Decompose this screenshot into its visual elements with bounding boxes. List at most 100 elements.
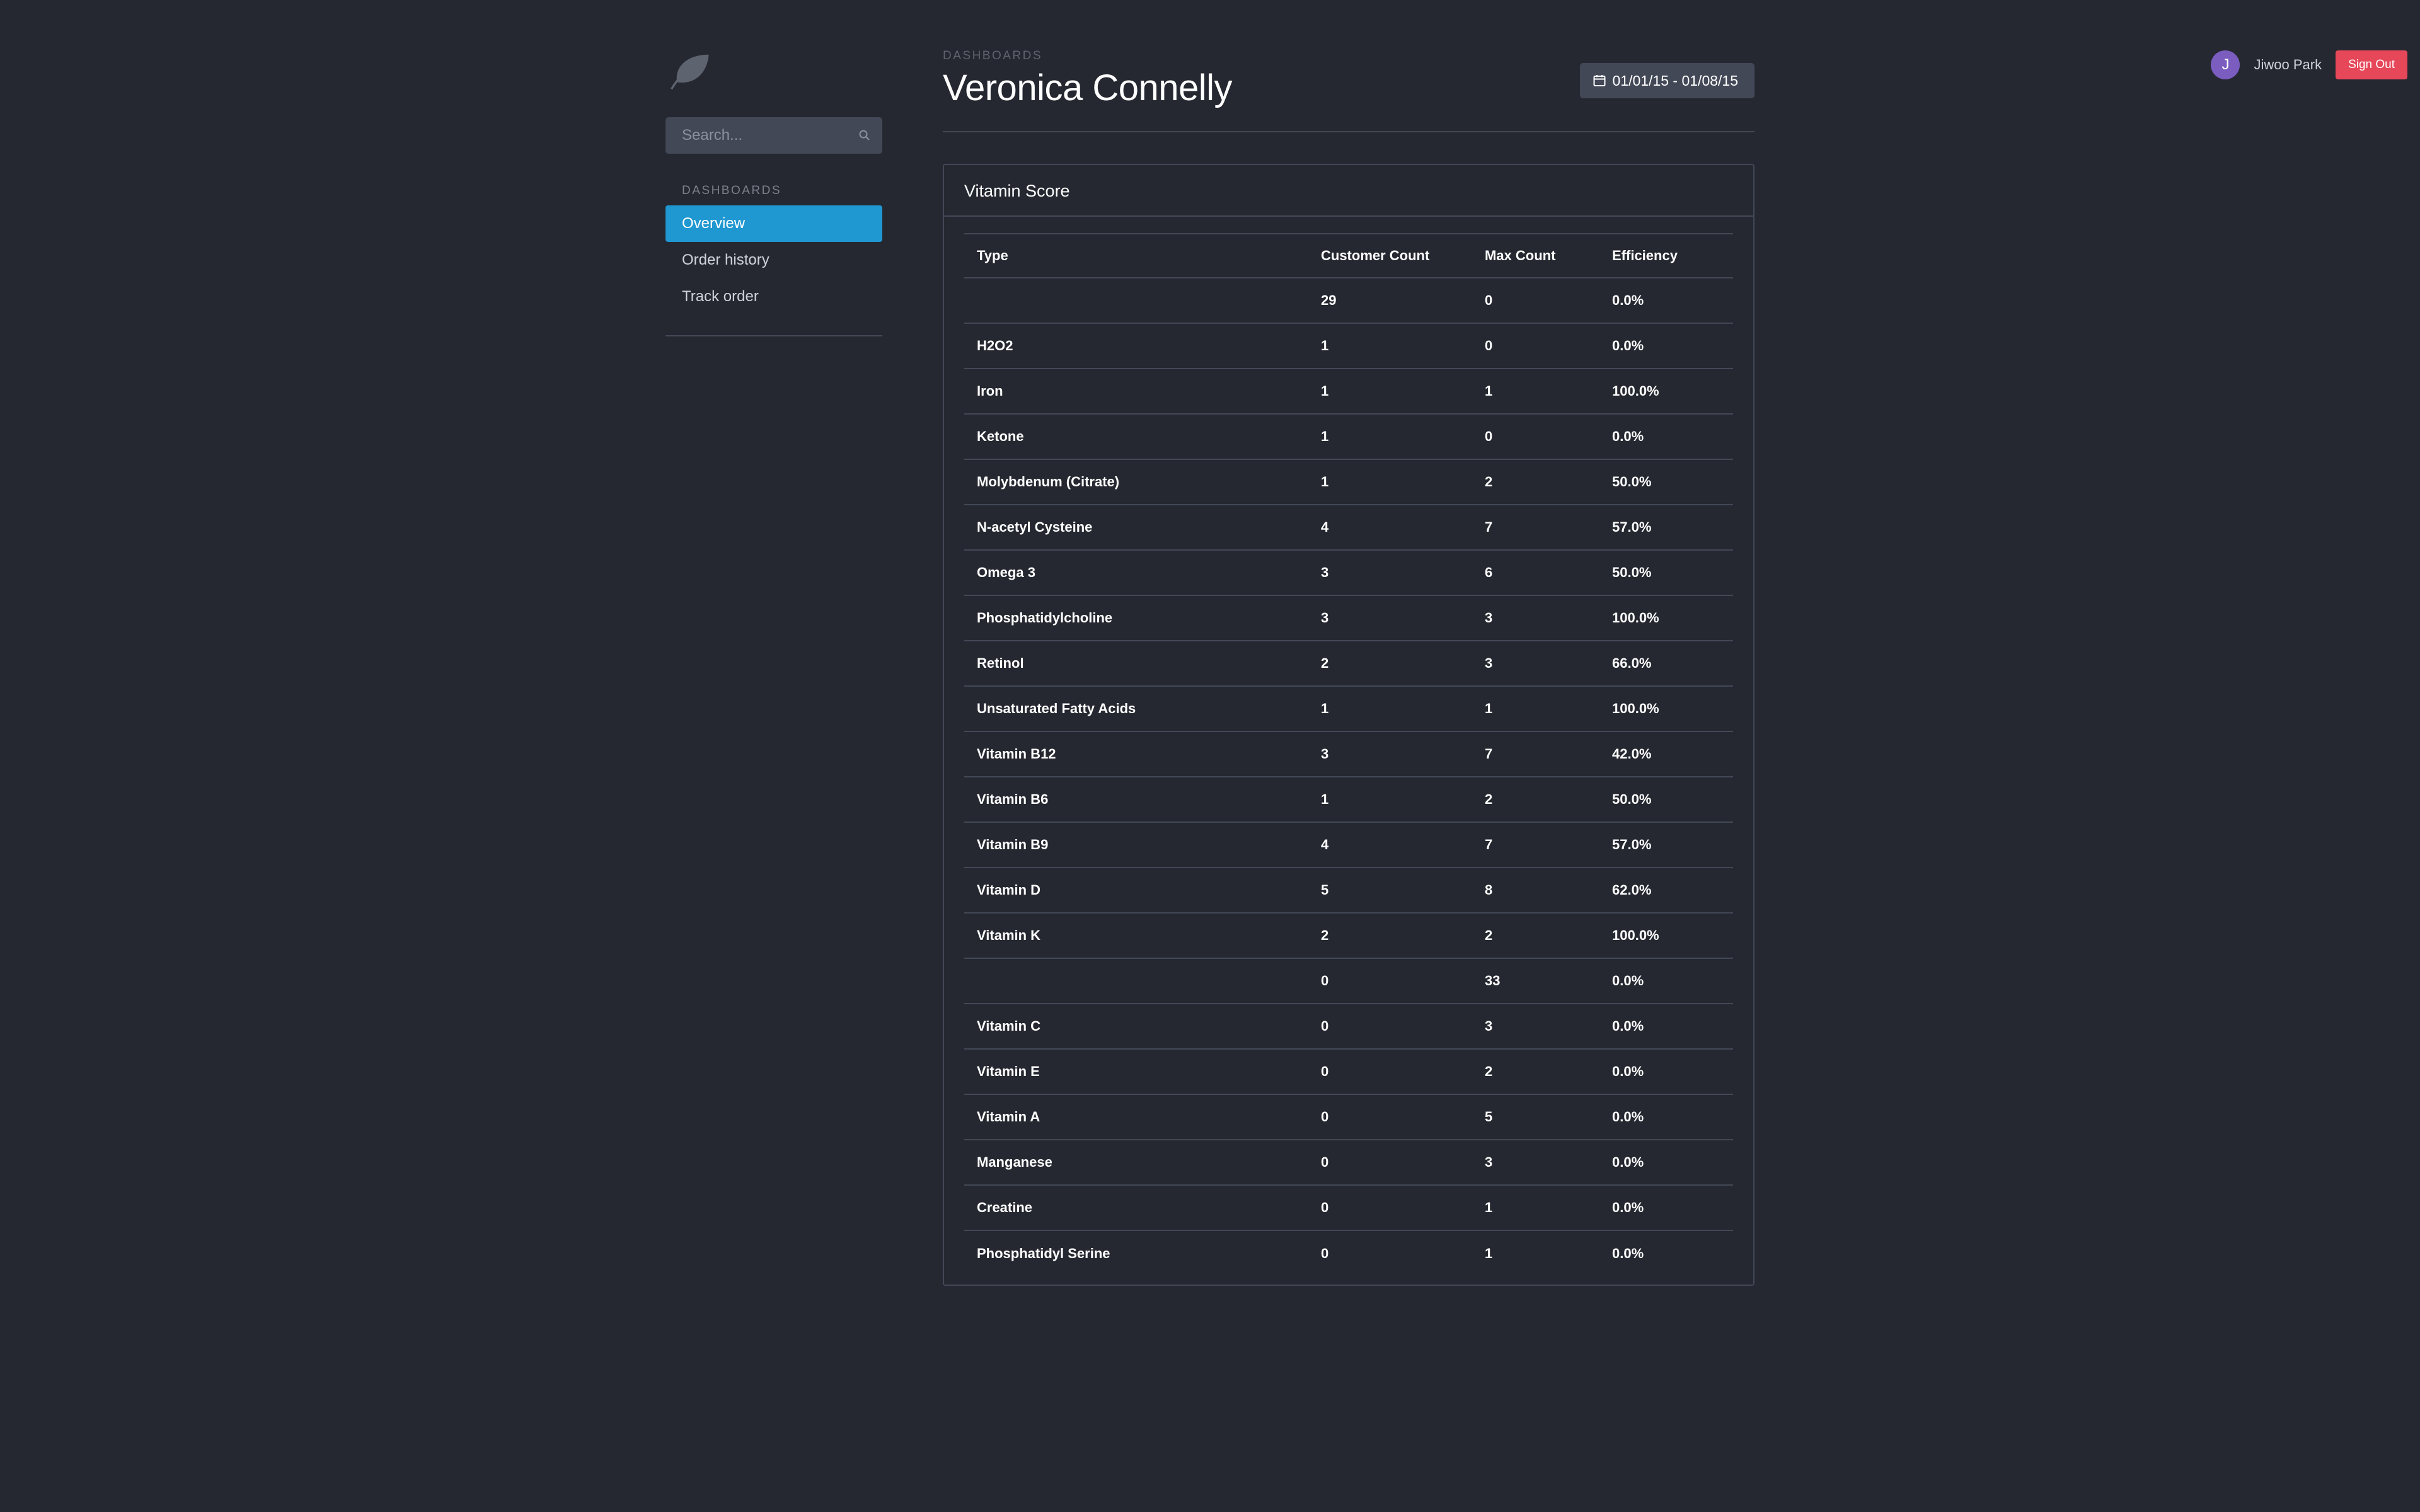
table-body: 29 0 0.0% H2O2 1 0 0.0% Iron 1 1 100.0% Ketone 1 0 0.0… — [964, 277, 1733, 1276]
leaf-icon[interactable] — [667, 49, 712, 93]
column-header-customer-count[interactable]: Customer Count — [1321, 234, 1485, 278]
cell-max-count: 5 — [1485, 1094, 1612, 1140]
cell-type — [964, 958, 1321, 1004]
cell-customer-count: 1 — [1321, 776, 1485, 822]
cell-efficiency: 0.0% — [1612, 1094, 1733, 1140]
cell-customer-count: 0 — [1321, 958, 1485, 1004]
cell-max-count: 7 — [1485, 504, 1612, 550]
table-row: 29 0 0.0% — [964, 277, 1733, 323]
cell-efficiency: 62.0% — [1612, 867, 1733, 913]
table-row: Molybdenum (Citrate) 1 2 50.0% — [964, 459, 1733, 505]
cell-efficiency: 66.0% — [1612, 640, 1733, 686]
cell-max-count: 0 — [1485, 277, 1612, 323]
page-eyebrow: Dashboards — [943, 49, 1043, 62]
panel-title: Vitamin Score — [944, 165, 1753, 217]
cell-type: Unsaturated Fatty Acids — [964, 685, 1321, 731]
date-range-button[interactable]: 01/01/15 - 01/08/15 — [1579, 63, 1754, 98]
cell-max-count: 1 — [1485, 1184, 1612, 1230]
cell-customer-count: 1 — [1321, 459, 1485, 505]
search-input[interactable] — [666, 117, 882, 154]
table-row: 0 33 0.0% — [964, 958, 1733, 1004]
cell-customer-count: 0 — [1321, 1094, 1485, 1140]
cell-efficiency: 50.0% — [1612, 459, 1733, 505]
date-range-label: 01/01/15 - 01/08/15 — [1612, 72, 1739, 89]
cell-type: Vitamin E — [964, 1048, 1321, 1094]
cell-efficiency: 0.0% — [1612, 958, 1733, 1004]
cell-max-count: 7 — [1485, 731, 1612, 777]
cell-type: Vitamin B6 — [964, 776, 1321, 822]
cell-customer-count: 29 — [1321, 277, 1485, 323]
cell-efficiency: 0.0% — [1612, 323, 1733, 369]
cell-max-count: 3 — [1485, 1003, 1612, 1049]
cell-type: Manganese — [964, 1139, 1321, 1185]
cell-max-count: 2 — [1485, 776, 1612, 822]
table-row: Vitamin C 0 3 0.0% — [964, 1003, 1733, 1049]
table-row: Phosphatidylcholine 3 3 100.0% — [964, 595, 1733, 641]
sidebar-item-order-history[interactable]: Order history — [666, 242, 882, 278]
cell-type: H2O2 — [964, 323, 1321, 369]
table-row: Vitamin B6 1 2 50.0% — [964, 776, 1733, 822]
table-row: Vitamin D 5 8 62.0% — [964, 867, 1733, 913]
cell-customer-count: 5 — [1321, 867, 1485, 913]
sidebar-item-overview[interactable]: Overview — [666, 205, 882, 242]
column-header-efficiency[interactable]: Efficiency — [1612, 234, 1733, 278]
cell-max-count: 0 — [1485, 323, 1612, 369]
cell-max-count: 0 — [1485, 413, 1612, 459]
cell-type: Omega 3 — [964, 549, 1321, 595]
table-row: N-acetyl Cysteine 4 7 57.0% — [964, 504, 1733, 550]
cell-max-count: 7 — [1485, 822, 1612, 868]
table-row: Omega 3 3 6 50.0% — [964, 549, 1733, 595]
cell-type — [964, 277, 1321, 323]
cell-customer-count: 1 — [1321, 368, 1485, 414]
cell-max-count: 33 — [1485, 958, 1612, 1004]
column-header-max-count[interactable]: Max Count — [1485, 234, 1612, 278]
table-row: Vitamin A 0 5 0.0% — [964, 1094, 1733, 1140]
dashboard-header: Dashboards Veronica Connelly 01/01/15 - … — [943, 49, 1754, 132]
cell-customer-count: 0 — [1321, 1139, 1485, 1185]
cell-customer-count: 0 — [1321, 1184, 1485, 1230]
cell-type: Vitamin D — [964, 867, 1321, 913]
table-row: H2O2 1 0 0.0% — [964, 323, 1733, 369]
table-row: Vitamin B9 4 7 57.0% — [964, 822, 1733, 868]
cell-max-count: 2 — [1485, 1048, 1612, 1094]
search-icon[interactable] — [857, 128, 872, 143]
vitamin-score-panel: Vitamin Score Type Customer Count Max Co… — [943, 164, 1754, 1286]
table-header-row: Type Customer Count Max Count Efficiency — [964, 234, 1733, 278]
cell-customer-count: 1 — [1321, 323, 1485, 369]
avatar[interactable]: J — [2211, 50, 2240, 79]
panel-body: Type Customer Count Max Count Efficiency… — [944, 217, 1753, 1285]
cell-customer-count: 1 — [1321, 413, 1485, 459]
cell-customer-count: 3 — [1321, 731, 1485, 777]
table-row: Manganese 0 3 0.0% — [964, 1139, 1733, 1185]
cell-efficiency: 100.0% — [1612, 912, 1733, 958]
sidebar-item-track-order[interactable]: Track order — [666, 278, 882, 315]
calendar-icon — [1593, 75, 1605, 86]
column-header-type[interactable]: Type — [964, 234, 1321, 278]
vitamin-score-table: Type Customer Count Max Count Efficiency… — [964, 233, 1733, 1276]
cell-efficiency: 0.0% — [1612, 1184, 1733, 1230]
table-row: Vitamin B12 3 7 42.0% — [964, 731, 1733, 777]
cell-type: Vitamin A — [964, 1094, 1321, 1140]
table-row: Ketone 1 0 0.0% — [964, 413, 1733, 459]
table-row: Retinol 2 3 66.0% — [964, 640, 1733, 686]
cell-type: Vitamin B9 — [964, 822, 1321, 868]
cell-efficiency: 0.0% — [1612, 413, 1733, 459]
cell-max-count: 2 — [1485, 912, 1612, 958]
table-row: Iron 1 1 100.0% — [964, 368, 1733, 414]
cell-max-count: 3 — [1485, 1139, 1612, 1185]
main-content: Dashboards Veronica Connelly 01/01/15 - … — [943, 49, 1754, 1286]
cell-customer-count: 1 — [1321, 685, 1485, 731]
table-row: Unsaturated Fatty Acids 1 1 100.0% — [964, 685, 1733, 731]
cell-customer-count: 0 — [1321, 1003, 1485, 1049]
cell-type: Vitamin K — [964, 912, 1321, 958]
search-box — [666, 117, 882, 154]
cell-type: Phosphatidyl Serine — [964, 1230, 1321, 1276]
cell-efficiency: 100.0% — [1612, 685, 1733, 731]
cell-type: Vitamin C — [964, 1003, 1321, 1049]
cell-efficiency: 57.0% — [1612, 504, 1733, 550]
cell-efficiency: 0.0% — [1612, 1048, 1733, 1094]
cell-efficiency: 0.0% — [1612, 1003, 1733, 1049]
nav-section-header: Dashboards — [682, 184, 782, 197]
sign-out-button[interactable]: Sign Out — [2336, 50, 2407, 79]
cell-max-count: 1 — [1485, 368, 1612, 414]
